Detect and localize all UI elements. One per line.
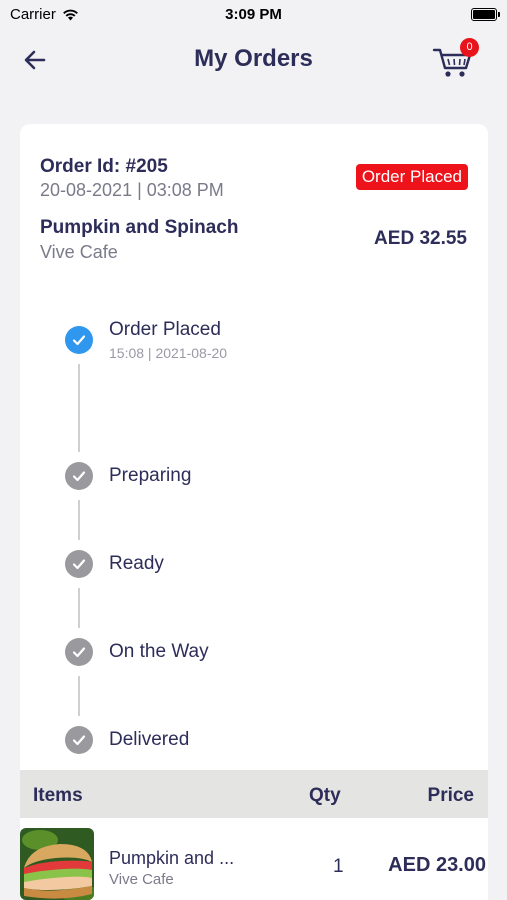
header-price: Price: [427, 785, 474, 806]
row-price: AED 23.00: [388, 854, 486, 876]
timeline-connector: [78, 500, 80, 540]
row-cafe-name: Vive Cafe: [109, 871, 174, 888]
order-cafe-name: Vive Cafe: [40, 242, 118, 262]
cart-button[interactable]: 0: [431, 38, 479, 80]
row-item-name: Pumpkin and ...: [109, 848, 235, 868]
navigation-bar: My Orders 0: [0, 30, 507, 90]
step-delivered-check-icon: [65, 726, 93, 754]
header-items: Items: [33, 785, 83, 806]
step-on-the-way-label: On the Way: [109, 641, 209, 662]
step-delivered-label: Delivered: [109, 729, 190, 750]
order-total: AED 32.55: [374, 228, 467, 249]
order-card: Order Id: #205 20-08-2021 | 03:08 PM Ord…: [20, 124, 488, 900]
step-order-placed-check-icon: [65, 326, 93, 354]
header-qty: Qty: [309, 785, 341, 806]
timeline-connector: [78, 588, 80, 628]
table-row[interactable]: Pumpkin and ... Vive Cafe 1 AED 23.00: [20, 828, 488, 900]
food-thumbnail: [20, 828, 94, 900]
row-qty: 1: [333, 856, 344, 877]
status-bar: Carrier 3:09 PM: [0, 0, 507, 30]
clock: 3:09 PM: [225, 6, 282, 23]
order-datetime: 20-08-2021 | 03:08 PM: [40, 180, 224, 200]
step-preparing-label: Preparing: [109, 465, 192, 486]
step-on-the-way-check-icon: [65, 638, 93, 666]
status-badge: Order Placed: [355, 164, 468, 190]
timeline-connector: [78, 676, 80, 716]
step-preparing-check-icon: [65, 462, 93, 490]
order-id: Order Id: #205: [40, 156, 168, 177]
step-order-placed-label: Order Placed: [109, 319, 221, 340]
step-order-placed-time: 15:08 | 2021-08-20: [109, 345, 228, 361]
cart-count-badge: 0: [460, 38, 479, 57]
battery-fill: [473, 10, 495, 19]
items-table-header: Items Qty Price: [20, 770, 488, 818]
timeline-connector: [78, 364, 80, 452]
step-ready-label: Ready: [109, 553, 164, 574]
battery-icon: [471, 8, 500, 21]
step-ready-check-icon: [65, 550, 93, 578]
order-item-name: Pumpkin and Spinach: [40, 217, 239, 238]
